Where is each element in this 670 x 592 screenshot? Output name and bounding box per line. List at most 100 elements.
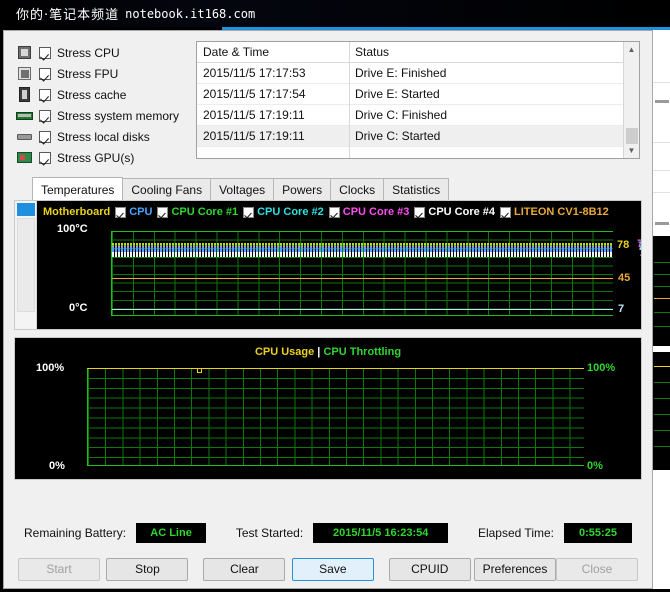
legend-checkbox[interactable] bbox=[243, 206, 255, 218]
cache-icon bbox=[16, 87, 33, 102]
site-watermark-banner: 你的·笔记本频道 notebook.it168.com bbox=[0, 0, 670, 27]
cell-empty bbox=[197, 146, 349, 158]
legend-checkbox[interactable] bbox=[157, 206, 169, 218]
cpu-axis-min-left: 0% bbox=[49, 460, 65, 472]
cpu-usage-chart: CPU Usage | CPU Throttling 100% 0% 100% … bbox=[14, 337, 642, 480]
cell-status: Drive C: Finished bbox=[349, 104, 623, 126]
legend-label: CPU bbox=[129, 206, 153, 218]
memory-icon bbox=[16, 108, 33, 123]
stop-button[interactable]: Stop bbox=[106, 557, 189, 581]
legend-label: Motherboard bbox=[43, 206, 111, 218]
temp-axis-max-label: 100°C bbox=[57, 223, 88, 235]
cpu-axis-max-right: 100% bbox=[587, 362, 616, 374]
trace-liteon-drive bbox=[112, 278, 613, 279]
scrollbar-thumb[interactable] bbox=[626, 128, 638, 144]
stress-cpu-checkbox[interactable] bbox=[39, 46, 51, 59]
readout-cpu-core-4: 70 bbox=[639, 247, 641, 259]
cell-datetime: 2015/11/5 17:17:54 bbox=[197, 83, 349, 105]
cpu-throttling-legend-label[interactable]: CPU Throttling bbox=[323, 346, 401, 358]
background-window[interactable] bbox=[652, 30, 670, 592]
stress-option-cpu[interactable]: Stress CPU bbox=[16, 43, 186, 62]
top-panel: Stress CPU Stress FPU Stress cache Stres… bbox=[4, 31, 652, 171]
legend-checkbox[interactable] bbox=[500, 206, 512, 218]
legend-item-cpu-core-4[interactable]: CPU Core #4 bbox=[414, 206, 495, 218]
cpu-icon bbox=[16, 45, 33, 60]
cpu-axis-max-left: 100% bbox=[36, 362, 65, 374]
table-row[interactable]: 2015/11/5 17:19:11 Drive C: Finished bbox=[197, 104, 623, 126]
log-column-divider bbox=[349, 42, 350, 158]
legend-item-cpu-core-1[interactable]: CPU Core #1 bbox=[157, 206, 238, 218]
scroll-up-icon[interactable]: ▲ bbox=[624, 42, 639, 57]
battery-value: AC Line bbox=[136, 523, 207, 543]
legend-label: CPU Core #3 bbox=[342, 206, 410, 218]
trace-cpu-core-4 bbox=[112, 252, 613, 257]
table-row-empty bbox=[197, 146, 623, 158]
cpu-usage-legend-label[interactable]: CPU Usage bbox=[255, 346, 314, 358]
stress-gpu-checkbox[interactable] bbox=[39, 151, 51, 164]
tab-cooling-fans[interactable]: Cooling Fans bbox=[122, 178, 212, 200]
temperature-chart: Motherboard CPU CPU Core #1 CPU Core #2 … bbox=[14, 200, 642, 330]
tab-temperatures[interactable]: Temperatures bbox=[32, 177, 124, 200]
battery-label: Remaining Battery: bbox=[24, 526, 127, 540]
clear-button[interactable]: Clear bbox=[203, 557, 286, 581]
hwinfo-stress-window: Stress CPU Stress FPU Stress cache Stres… bbox=[3, 30, 653, 589]
col-header-status[interactable]: Status bbox=[349, 42, 623, 63]
elapsed-time-value: 0:55:25 bbox=[564, 523, 632, 543]
close-button[interactable]: Close bbox=[556, 557, 639, 581]
fpu-icon bbox=[16, 66, 33, 81]
table-row[interactable]: 2015/11/5 17:17:54 Drive E: Started bbox=[197, 83, 623, 105]
event-log-panel: Date & Time Status 2015/11/5 17:17:53 Dr… bbox=[196, 41, 640, 159]
log-scrollbar[interactable]: ▲ ▼ bbox=[623, 42, 639, 158]
stress-option-disks[interactable]: Stress local disks bbox=[16, 127, 186, 146]
legend-item-cpu-core-3[interactable]: CPU Core #3 bbox=[328, 206, 410, 218]
tab-voltages[interactable]: Voltages bbox=[210, 178, 275, 200]
cell-status: Drive C: Started bbox=[349, 125, 623, 147]
stress-option-memory[interactable]: Stress system memory bbox=[16, 106, 186, 125]
legend-label: CPU Core #4 bbox=[428, 206, 496, 218]
stress-fpu-checkbox[interactable] bbox=[39, 67, 51, 80]
cpuid-button[interactable]: CPUID bbox=[388, 557, 471, 581]
stress-cache-checkbox[interactable] bbox=[39, 88, 51, 101]
stress-option-gpu[interactable]: Stress GPU(s) bbox=[16, 148, 186, 167]
legend-scrollbar-track[interactable] bbox=[17, 218, 35, 312]
legend-checkbox[interactable] bbox=[414, 206, 426, 218]
stress-memory-label: Stress system memory bbox=[57, 108, 180, 123]
elapsed-time-label: Elapsed Time: bbox=[477, 526, 554, 540]
test-started-label: Test Started: bbox=[235, 526, 304, 540]
start-button[interactable]: Start bbox=[18, 557, 100, 581]
stress-memory-checkbox[interactable] bbox=[39, 109, 51, 122]
tab-clocks[interactable]: Clocks bbox=[330, 178, 385, 200]
readout-liteon-drive: 45 bbox=[618, 272, 631, 284]
trace-cpu-usage bbox=[87, 368, 584, 369]
scroll-down-icon[interactable]: ▼ bbox=[624, 143, 639, 158]
legend-item-cpu-core-2[interactable]: CPU Core #2 bbox=[243, 206, 324, 218]
stress-disks-label: Stress local disks bbox=[57, 129, 150, 144]
legend-scrollbar[interactable] bbox=[15, 201, 37, 329]
charts-area: Motherboard CPU CPU Core #1 CPU Core #2 … bbox=[4, 200, 652, 510]
watermark-chinese-text: 你的·笔记本频道 bbox=[16, 8, 120, 23]
preferences-button[interactable]: Preferences bbox=[474, 557, 557, 581]
table-row[interactable]: 2015/11/5 17:19:11 Drive C: Started bbox=[197, 125, 623, 147]
cell-datetime: 2015/11/5 17:19:11 bbox=[197, 104, 349, 126]
legend-checkbox[interactable] bbox=[328, 206, 340, 218]
legend-item-liteon-drive[interactable]: LITEON CV1-8B12 bbox=[500, 206, 609, 218]
tab-statistics[interactable]: Statistics bbox=[383, 178, 450, 200]
stress-fpu-label: Stress FPU bbox=[57, 66, 119, 81]
table-row[interactable]: 2015/11/5 17:17:53 Drive E: Finished bbox=[197, 62, 623, 84]
legend-item-motherboard[interactable]: Motherboard bbox=[43, 206, 110, 218]
col-header-datetime[interactable]: Date & Time bbox=[197, 42, 349, 63]
stress-option-fpu[interactable]: Stress FPU bbox=[16, 64, 186, 83]
save-button[interactable]: Save bbox=[291, 557, 374, 581]
temperature-legend: Motherboard CPU CPU Core #1 CPU Core #2 … bbox=[43, 204, 639, 220]
stress-disks-checkbox[interactable] bbox=[39, 130, 51, 143]
readout-hdd: 7 bbox=[618, 303, 625, 315]
legend-item-cpu[interactable]: CPU bbox=[115, 206, 152, 218]
event-log-table: Date & Time Status 2015/11/5 17:17:53 Dr… bbox=[197, 42, 623, 158]
stress-option-cache[interactable]: Stress cache bbox=[16, 85, 186, 104]
legend-scrollbar-thumb[interactable] bbox=[17, 203, 35, 216]
tab-powers[interactable]: Powers bbox=[273, 178, 332, 200]
screenshot-root: Stress CPU Stress FPU Stress cache Stres… bbox=[0, 0, 670, 592]
desktop-black-strip bbox=[0, 27, 222, 30]
legend-checkbox[interactable] bbox=[115, 206, 127, 218]
table-header-row: Date & Time Status bbox=[197, 42, 623, 63]
